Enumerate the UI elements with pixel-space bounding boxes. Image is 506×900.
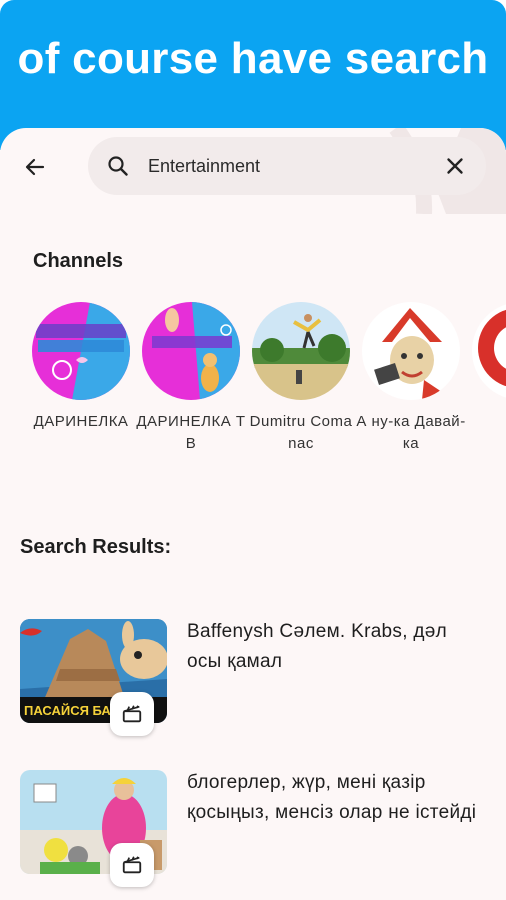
search-bar[interactable] bbox=[88, 137, 486, 195]
channel-avatar bbox=[142, 302, 240, 400]
channels-heading: Channels bbox=[33, 250, 124, 272]
result-title: блогерлер, жүр, мені қазір қосыңыз, менс… bbox=[187, 772, 477, 823]
channel-item[interactable] bbox=[462, 302, 506, 400]
close-icon[interactable] bbox=[442, 153, 468, 179]
banner-title: of course have search bbox=[17, 34, 489, 83]
result-title: Baffenysh Сәлем. Krabs, дәл осы қамал bbox=[187, 621, 448, 672]
channel-avatar bbox=[32, 302, 130, 400]
clapperboard-icon bbox=[122, 856, 142, 874]
clapperboard-icon bbox=[122, 705, 142, 723]
channel-name: Dumitru Comanac bbox=[249, 413, 353, 452]
channel-name: ДАРИНЕЛКА bbox=[33, 413, 129, 430]
channels-row[interactable]: ДАРИНЕЛКА ДАРИНЕЛКА ТВ Dumitru Comanac А… bbox=[22, 302, 506, 462]
search-results-heading: Search Results: bbox=[20, 536, 172, 558]
channel-name: ДАРИНЕЛКА ТВ bbox=[136, 413, 246, 452]
arrow-left-icon bbox=[25, 158, 45, 176]
channel-item[interactable]: ДАРИНЕЛКА bbox=[22, 302, 140, 433]
channel-avatar bbox=[362, 302, 460, 400]
search-icon bbox=[108, 156, 128, 176]
search-result-item[interactable]: блогерлер, жүр, мені қазір қосыңыз, менс… bbox=[20, 770, 486, 887]
channel-item[interactable]: Dumitru Comanac bbox=[242, 302, 360, 455]
back-button[interactable] bbox=[18, 150, 52, 184]
channel-name: А ну-ка Давай-ка bbox=[356, 413, 466, 452]
clip-badge bbox=[110, 843, 154, 887]
channel-avatar bbox=[472, 302, 506, 400]
channel-avatar bbox=[252, 302, 350, 400]
clip-badge bbox=[110, 692, 154, 736]
app-screen: Channels ДАРИНЕЛКА bbox=[0, 128, 506, 900]
search-input[interactable] bbox=[148, 151, 428, 181]
channel-item[interactable]: А ну-ка Давай-ка bbox=[352, 302, 470, 455]
thumbnail-caption: ПАСАЙСЯ БА bbox=[24, 703, 111, 718]
channel-item[interactable]: ДАРИНЕЛКА ТВ bbox=[132, 302, 250, 455]
search-result-item[interactable]: ПАСАЙСЯ БА Baffenysh Сәлем. Krabs, дәл о… bbox=[20, 619, 486, 736]
